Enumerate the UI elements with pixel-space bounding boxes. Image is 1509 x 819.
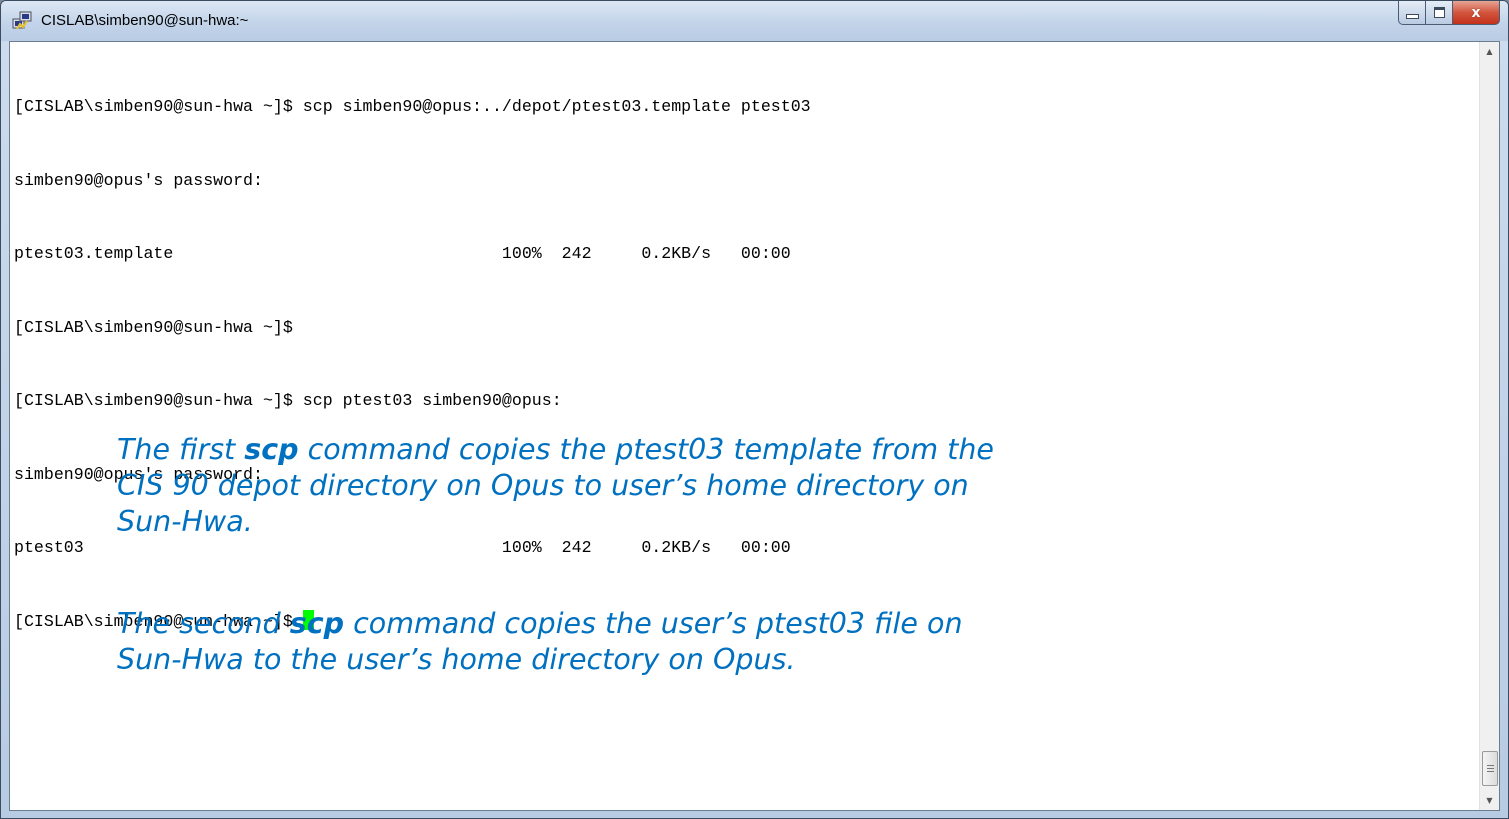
annotation-first-scp: The first scp command copies the ptest03… xyxy=(117,432,1459,540)
scroll-thumb[interactable] xyxy=(1482,751,1498,786)
terminal-output: [CISLAB\simben90@sun-hwa ~]$ scp simben9… xyxy=(14,46,1475,810)
minimize-icon xyxy=(1405,14,1419,19)
maximize-button[interactable] xyxy=(1426,1,1453,25)
vertical-scrollbar[interactable]: ▲ ▼ xyxy=(1479,42,1499,810)
terminal-line: simben90@opus's password: xyxy=(14,170,263,190)
annotation-text: The second xyxy=(117,607,290,640)
annotation-keyword: scp xyxy=(289,607,345,640)
title-bar[interactable]: CISLAB\simben90@sun-hwa:~ x xyxy=(1,1,1508,41)
terminal-window: CISLAB\simben90@sun-hwa:~ x [CISLAB\simb… xyxy=(0,0,1509,819)
annotation-text: The first xyxy=(117,433,245,466)
close-button[interactable]: x xyxy=(1453,1,1500,25)
terminal-line: [CISLAB\simben90@sun-hwa ~]$ xyxy=(14,317,293,337)
scroll-down-arrow-icon[interactable]: ▼ xyxy=(1480,791,1499,810)
terminal-line: [CISLAB\simben90@sun-hwa ~]$ scp ptest03… xyxy=(14,391,562,410)
terminal-line: ptest03.template 100% 242 0.2KB/s 00:00 xyxy=(14,244,791,263)
putty-icon xyxy=(12,11,32,30)
minimize-button[interactable] xyxy=(1398,1,1426,25)
maximize-icon xyxy=(1433,7,1445,18)
window-title: CISLAB\simben90@sun-hwa:~ xyxy=(41,12,249,29)
terminal-line: [CISLAB\simben90@sun-hwa ~]$ scp simben9… xyxy=(14,97,811,116)
annotation-keyword: scp xyxy=(244,433,299,466)
scroll-up-arrow-icon[interactable]: ▲ xyxy=(1480,42,1499,61)
close-icon: x xyxy=(1471,4,1481,21)
annotation-second-scp: The second scp command copies the user’s… xyxy=(117,606,1459,678)
grip-icon xyxy=(1486,765,1494,772)
caption-buttons: x xyxy=(1398,1,1500,25)
terminal-area[interactable]: [CISLAB\simben90@sun-hwa ~]$ scp simben9… xyxy=(9,41,1500,811)
